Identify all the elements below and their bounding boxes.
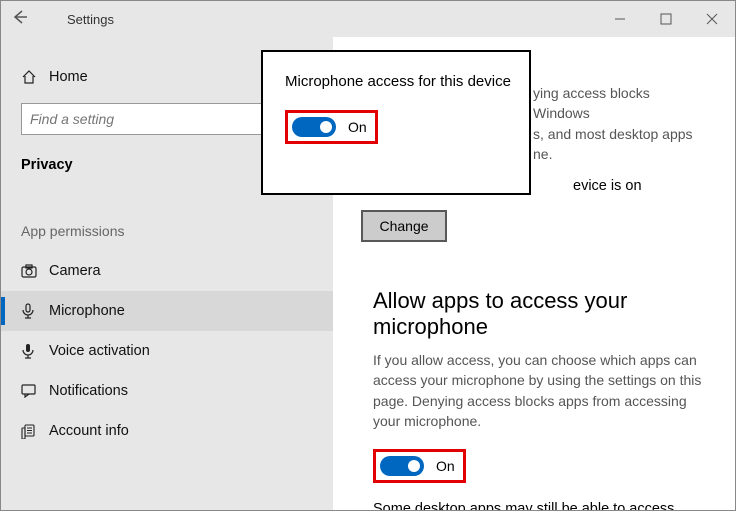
camera-icon (21, 264, 49, 278)
nav-notifications[interactable]: Notifications (1, 371, 333, 411)
desc-frag1: ying access blocks Windows (533, 85, 650, 121)
maximize-button[interactable] (643, 1, 689, 37)
highlight-box: On (285, 110, 378, 144)
arrow-left-icon (12, 9, 28, 25)
account-icon (21, 424, 49, 439)
maximize-icon (660, 13, 672, 25)
settings-window: Settings Home Privacy App (0, 0, 736, 511)
allow-apps-toggle-row: On (373, 449, 705, 483)
toggle-label: On (436, 458, 455, 474)
toggle-switch[interactable] (380, 456, 424, 476)
callout-toggle-row: On (285, 110, 511, 144)
nav-label: Voice activation (49, 343, 150, 359)
highlight-box: On (373, 449, 466, 483)
nav-label: Home (49, 69, 88, 85)
close-icon (706, 13, 718, 25)
nav-label: Notifications (49, 383, 128, 399)
section-description: If you allow access, you can choose whic… (373, 350, 705, 431)
sidebar-group: App permissions (1, 189, 333, 251)
callout-title: Microphone access for this device (285, 72, 511, 92)
microphone-icon (21, 303, 49, 319)
desc-frag2: s, and most desktop apps (533, 126, 693, 142)
status-frag: evice is on (573, 178, 642, 194)
back-button[interactable] (1, 9, 39, 30)
toggle-thumb (408, 460, 420, 472)
nav-label: Account info (49, 423, 129, 439)
change-label: Change (379, 218, 428, 234)
toggle-thumb (320, 121, 332, 133)
window-title: Settings (67, 12, 114, 27)
nav-label: Microphone (49, 303, 125, 319)
close-button[interactable] (689, 1, 735, 37)
nav-camera[interactable]: Camera (1, 251, 333, 291)
nav-voice-activation[interactable]: Voice activation (1, 331, 333, 371)
notifications-icon (21, 384, 49, 398)
nav-microphone[interactable]: Microphone (1, 291, 333, 331)
note-part: Some desktop apps may still be able to a… (373, 501, 682, 510)
change-button[interactable]: Change (361, 210, 447, 242)
titlebar: Settings (1, 1, 735, 37)
callout-panel: Microphone access for this device On (261, 50, 531, 195)
minimize-button[interactable] (597, 1, 643, 37)
desc-frag3: ne. (533, 146, 552, 162)
toggle-label: On (348, 119, 367, 135)
voice-icon (21, 343, 49, 359)
window-controls (597, 1, 735, 37)
toggle-switch[interactable] (292, 117, 336, 137)
minimize-icon (614, 13, 626, 25)
nav-account-info[interactable]: Account info (1, 411, 333, 451)
note-text: Some desktop apps may still be able to a… (373, 499, 705, 510)
nav-label: Camera (49, 263, 101, 279)
home-icon (21, 69, 49, 85)
section-heading: Allow apps to access your microphone (373, 288, 705, 340)
